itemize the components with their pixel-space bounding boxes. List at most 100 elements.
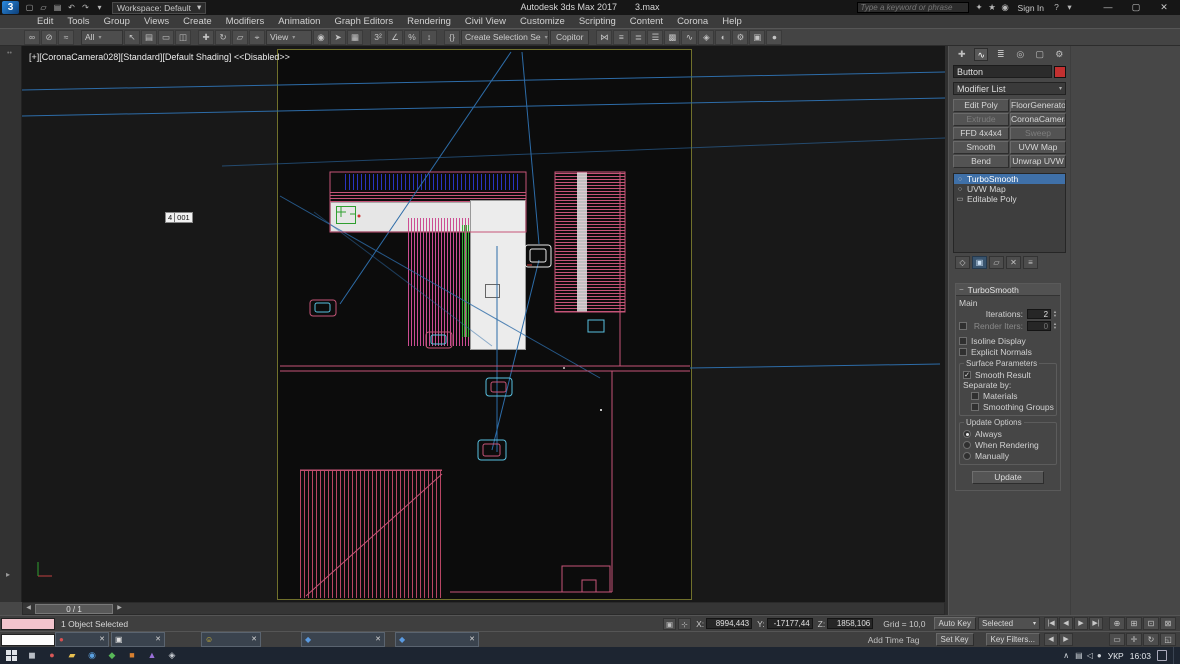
- qat-more-icon[interactable]: ▾: [93, 2, 106, 14]
- favorites-icon[interactable]: ★: [986, 2, 999, 13]
- chrome-icon[interactable]: ◉: [82, 647, 102, 664]
- zoom-extents-all-icon[interactable]: ⊠: [1160, 617, 1176, 630]
- select-and-place-icon[interactable]: ⌖: [249, 30, 265, 45]
- percent-snap-icon[interactable]: %: [404, 30, 420, 45]
- select-and-scale-icon[interactable]: ▱: [232, 30, 248, 45]
- clock[interactable]: 16:03: [1130, 651, 1151, 661]
- modifier-button[interactable]: Extrude: [953, 113, 1009, 126]
- close-icon[interactable]: ✕: [375, 635, 381, 643]
- close-icon[interactable]: ✕: [155, 635, 161, 643]
- edit-named-sets-icon[interactable]: {}: [444, 30, 460, 45]
- unlink-selection-icon[interactable]: ⊘: [41, 30, 57, 45]
- viewport-label[interactable]: [+][CoronaCamera028][Standard][Default S…: [29, 52, 290, 62]
- modifier-button[interactable]: Smooth: [953, 141, 1009, 154]
- modifier-button[interactable]: Edit Poly: [953, 99, 1009, 112]
- menu-item[interactable]: Scripting: [572, 15, 623, 28]
- x-coordinate-field[interactable]: 8994,443: [706, 618, 752, 629]
- align-icon[interactable]: ≡: [613, 30, 629, 45]
- rollout-header[interactable]: − TurboSmooth: [956, 284, 1060, 296]
- menu-item[interactable]: Views: [137, 15, 176, 28]
- redo-icon[interactable]: ↷: [79, 2, 92, 14]
- y-coordinate-field[interactable]: -17177,44: [767, 618, 813, 629]
- update-button[interactable]: Update: [972, 471, 1044, 484]
- modifier-stack-item[interactable]: ▭ Editable Poly: [954, 194, 1065, 204]
- key-step-forward-icon[interactable]: ▶: [1059, 633, 1073, 646]
- select-object-icon[interactable]: ↖: [124, 30, 140, 45]
- maxscript-mini-listener-white[interactable]: [1, 634, 55, 646]
- menu-item[interactable]: Content: [623, 15, 670, 28]
- key-step-back-icon[interactable]: ◀: [1044, 633, 1058, 646]
- render-setup-icon[interactable]: ⚙: [732, 30, 748, 45]
- go-to-end-icon[interactable]: ▶|: [1089, 617, 1103, 630]
- graphite-ribbon-icon[interactable]: ▩: [664, 30, 680, 45]
- object-name-field[interactable]: Button: [953, 65, 1052, 78]
- window-tab-3[interactable]: ☺ ✕: [201, 632, 261, 647]
- modifier-visibility-icon[interactable]: ○: [956, 186, 964, 193]
- selection-filter-dropdown[interactable]: All▾: [81, 30, 123, 45]
- modifier-visibility-icon[interactable]: ▭: [956, 195, 964, 203]
- render-iters-checkbox[interactable]: [959, 322, 967, 330]
- spinner-snap-icon[interactable]: ↕: [421, 30, 437, 45]
- pin-stack-icon[interactable]: ◇: [955, 256, 970, 269]
- close-icon[interactable]: ✕: [251, 635, 257, 643]
- undo-icon[interactable]: ↶: [65, 2, 78, 14]
- reference-coordinate-dropdown[interactable]: View▾: [266, 30, 312, 45]
- zoom-extents-icon[interactable]: ⊡: [1143, 617, 1159, 630]
- zoom-all-icon[interactable]: ⊞: [1126, 617, 1142, 630]
- remove-modifier-icon[interactable]: ✕: [1006, 256, 1021, 269]
- when-rendering-radio[interactable]: [963, 441, 971, 449]
- select-and-link-icon[interactable]: ∞: [24, 30, 40, 45]
- curve-editor-icon[interactable]: ∿: [681, 30, 697, 45]
- make-unique-icon[interactable]: ▱: [989, 256, 1004, 269]
- go-to-start-icon[interactable]: |◀: [1044, 617, 1058, 630]
- modifier-button[interactable]: Unwrap UVW: [1010, 155, 1066, 168]
- modifier-stack-item[interactable]: ○ UVW Map: [954, 184, 1065, 194]
- file-explorer-icon[interactable]: ▰: [62, 647, 82, 664]
- taskbar-app-icon-5[interactable]: ◆: [102, 647, 122, 664]
- modifier-list-dropdown[interactable]: Modifier List ▾: [953, 82, 1066, 95]
- network-icon[interactable]: ▤: [1075, 651, 1083, 660]
- pan-icon[interactable]: ✛: [1126, 633, 1142, 646]
- show-desktop-button[interactable]: [1173, 647, 1176, 664]
- taskbar-app-icon-2[interactable]: ●: [42, 647, 62, 664]
- key-mode-dropdown[interactable]: Selected▾: [978, 617, 1040, 630]
- volume-icon[interactable]: ◁: [1087, 651, 1093, 660]
- select-and-manipulate-icon[interactable]: ➤: [330, 30, 346, 45]
- select-and-rotate-icon[interactable]: ↻: [215, 30, 231, 45]
- zoom-icon[interactable]: ⊕: [1109, 617, 1125, 630]
- maximize-viewport-icon[interactable]: ◱: [1160, 633, 1176, 646]
- notification-center-icon[interactable]: [1157, 650, 1167, 661]
- key-filters-button[interactable]: Key Filters...: [986, 633, 1040, 646]
- auto-key-button[interactable]: Auto Key: [934, 617, 976, 630]
- configure-sets-icon[interactable]: ≡: [1023, 256, 1038, 269]
- angle-snap-icon[interactable]: ∠: [387, 30, 403, 45]
- menu-item[interactable]: Create: [176, 15, 219, 28]
- modifier-button[interactable]: FFD 4x4x4: [953, 127, 1009, 140]
- select-by-name-icon[interactable]: ▤: [141, 30, 157, 45]
- max-logo-icon[interactable]: 3: [2, 1, 19, 14]
- antivirus-icon[interactable]: ●: [1097, 651, 1102, 660]
- modifier-button[interactable]: Bend: [953, 155, 1009, 168]
- menu-item[interactable]: Modifiers: [219, 15, 272, 28]
- taskbar-app-icon-8[interactable]: ◈: [162, 647, 182, 664]
- tab-hierarchy[interactable]: ≣: [994, 48, 1007, 61]
- menu-item[interactable]: Animation: [271, 15, 327, 28]
- menu-item[interactable]: Graph Editors: [327, 15, 400, 28]
- keyboard-override-icon[interactable]: ▦: [347, 30, 363, 45]
- rendered-frame-icon[interactable]: ▣: [749, 30, 765, 45]
- snap-toggle-icon[interactable]: 3²: [370, 30, 386, 45]
- window-crossing-icon[interactable]: ◫: [175, 30, 191, 45]
- zoom-region-icon[interactable]: ▭: [1109, 633, 1125, 646]
- modifier-button[interactable]: UVW Map: [1010, 141, 1066, 154]
- close-icon[interactable]: ✕: [469, 635, 475, 643]
- time-step-forward-icon[interactable]: ▶: [115, 604, 124, 613]
- tab-modify[interactable]: ∿: [974, 48, 988, 61]
- modifier-stack-item[interactable]: ○ TurboSmooth: [954, 174, 1065, 184]
- previous-frame-icon[interactable]: ◀: [1059, 617, 1073, 630]
- iterations-field[interactable]: 2: [1027, 309, 1051, 319]
- modifier-visibility-icon[interactable]: ○: [956, 176, 964, 183]
- render-iters-field[interactable]: 0: [1027, 321, 1051, 331]
- menu-item[interactable]: Civil View: [458, 15, 513, 28]
- taskbar-app-icon-1[interactable]: ◼: [22, 647, 42, 664]
- smoothing-groups-checkbox[interactable]: [971, 403, 979, 411]
